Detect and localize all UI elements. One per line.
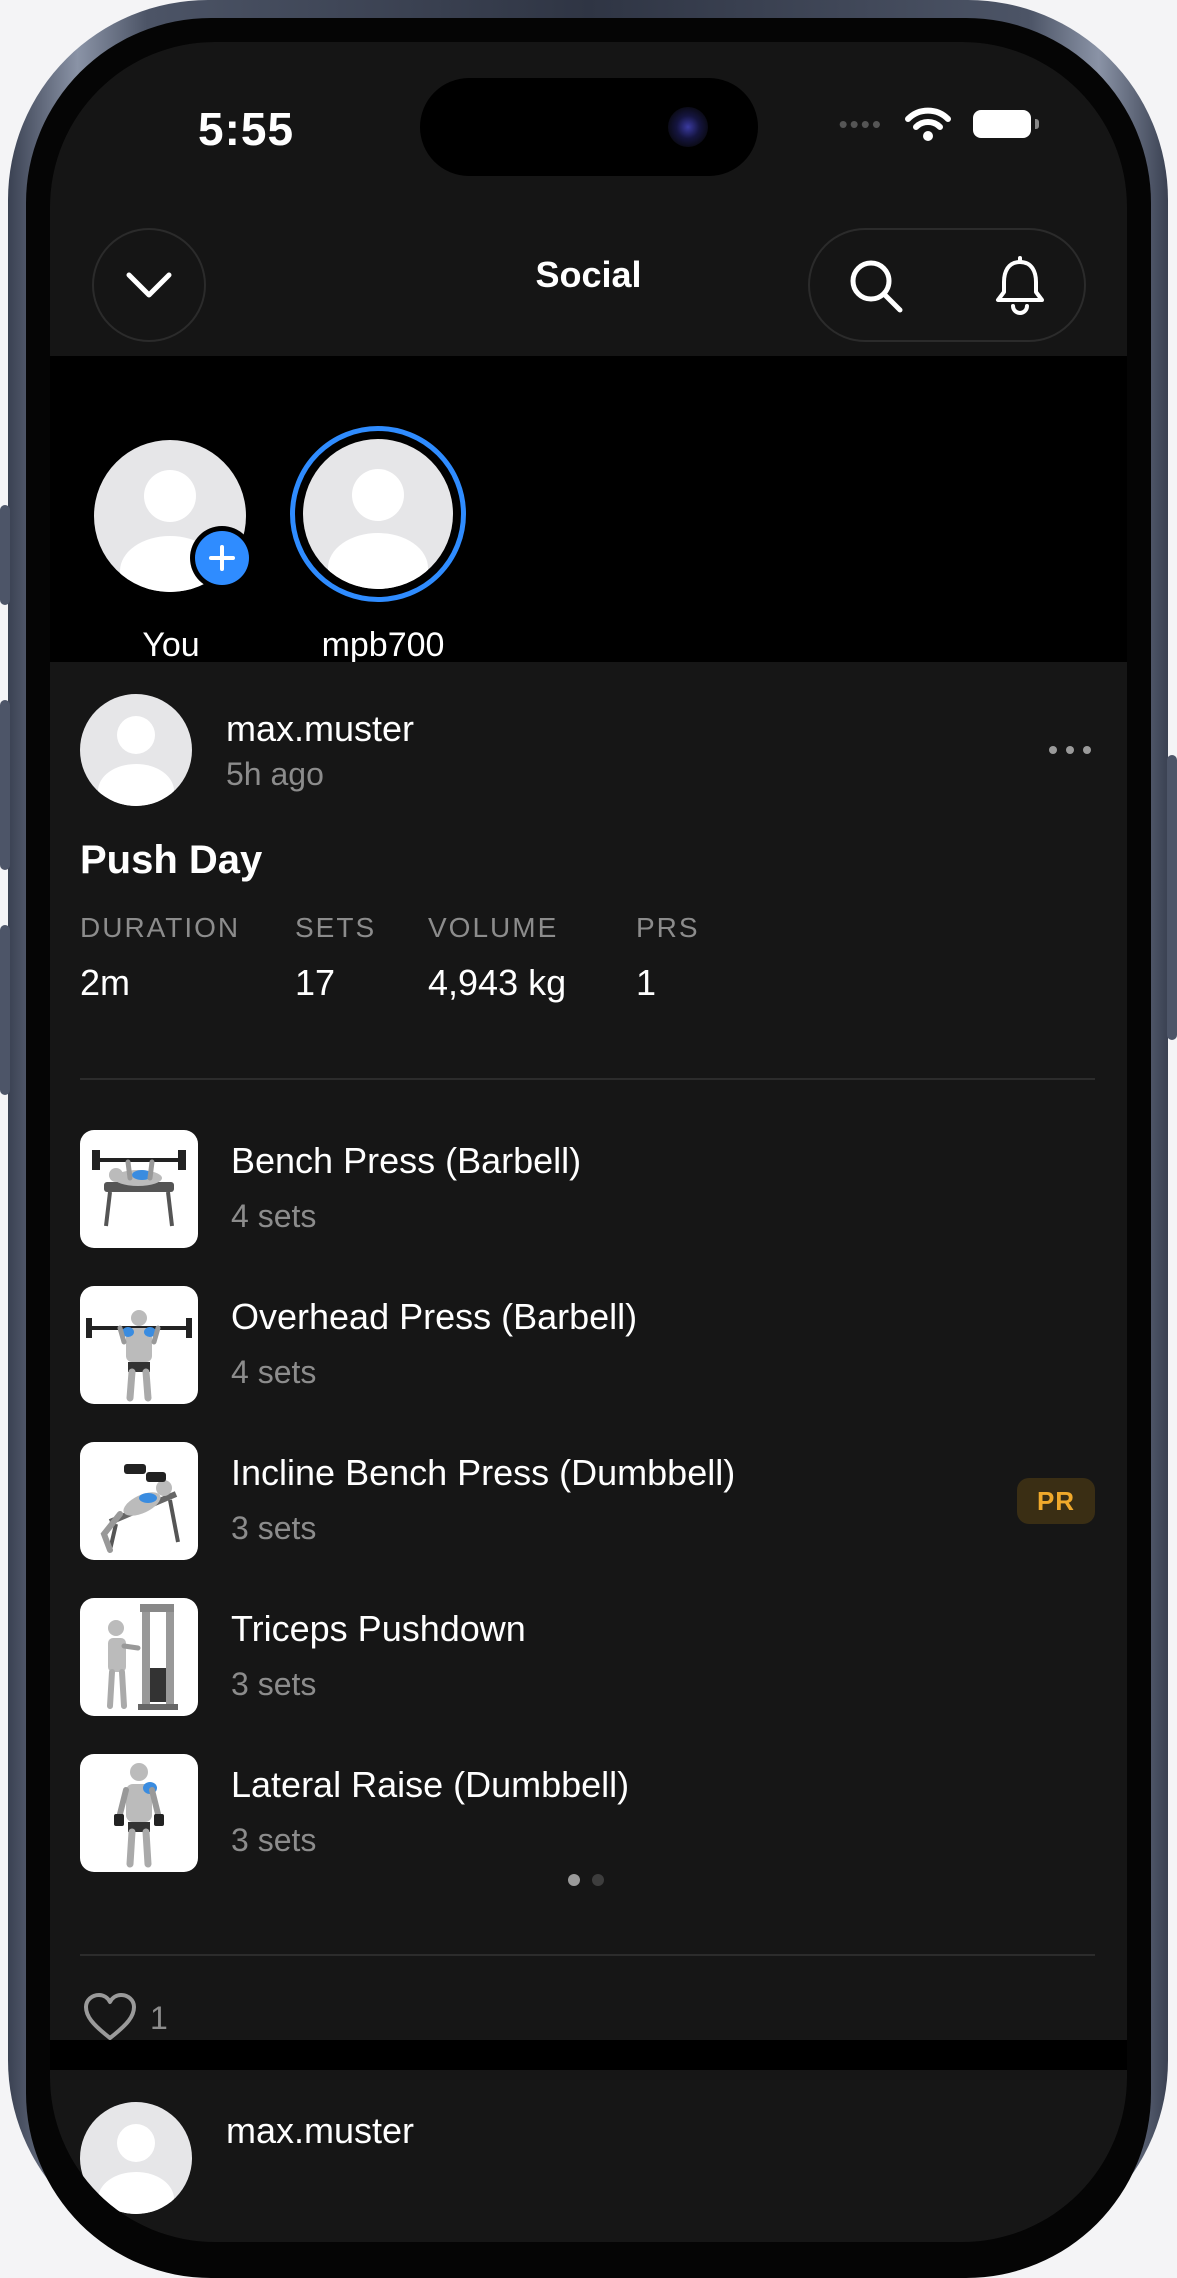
- stat-value-volume: 4,943 kg: [428, 962, 567, 1003]
- exercise-item[interactable]: Overhead Press (Barbell) 4 sets: [80, 1286, 1095, 1404]
- stat-value-duration: 2m: [80, 962, 131, 1003]
- app-header: Social: [50, 202, 1127, 356]
- exercise-sets: 3 sets: [231, 1666, 317, 1702]
- status-icons: ••••: [838, 106, 1039, 142]
- workout-title[interactable]: Push Day: [80, 838, 262, 883]
- post-username[interactable]: max.muster: [226, 708, 414, 750]
- story-you[interactable]: You: [94, 440, 254, 664]
- divider: [80, 1078, 1095, 1080]
- next-workout-post: max.muster: [50, 2070, 1127, 2242]
- exercise-name: Triceps Pushdown: [231, 1608, 526, 1649]
- exercise-thumbnail: [80, 1598, 198, 1716]
- dynamic-island: [420, 78, 758, 176]
- avatar[interactable]: [80, 2102, 192, 2214]
- exercise-item[interactable]: Lateral Raise (Dumbbell) 3 sets: [80, 1754, 1095, 1872]
- exercise-thumbnail: [80, 1442, 198, 1560]
- signal-dots-icon: ••••: [838, 108, 883, 139]
- divider: [80, 1954, 1095, 1956]
- wifi-icon: [905, 107, 951, 141]
- stat-value-prs: 1: [636, 962, 657, 1003]
- exercise-thumbnail: [80, 1286, 198, 1404]
- stat-label-sets: SETS: [295, 912, 377, 943]
- stat-label-duration: DURATION: [80, 912, 241, 943]
- camera-icon: [668, 107, 708, 147]
- pr-badge: PR: [1017, 1478, 1095, 1524]
- screen: 5:55 •••• Social You mpb700 max.muster 5…: [50, 42, 1127, 2242]
- exercise-sets: 3 sets: [231, 1510, 317, 1546]
- story-mpb700[interactable]: mpb700: [290, 426, 468, 664]
- power-button: [1167, 755, 1177, 1040]
- volume-up-button: [0, 700, 10, 870]
- exercise-name: Bench Press (Barbell): [231, 1140, 582, 1181]
- exercise-thumbnail: [80, 1130, 198, 1248]
- volume-down-button: [0, 925, 10, 1095]
- header-actions: [808, 228, 1086, 342]
- ellipsis-icon[interactable]: [1048, 744, 1092, 756]
- stat-label-volume: VOLUME: [428, 912, 559, 943]
- search-icon[interactable]: [846, 256, 906, 316]
- status-time: 5:55: [198, 103, 295, 155]
- battery-icon: [973, 110, 1039, 138]
- exercise-item[interactable]: Incline Bench Press (Dumbbell) 3 sets PR: [80, 1442, 1095, 1560]
- exercise-name: Lateral Raise (Dumbbell): [231, 1764, 630, 1805]
- exercise-sets: 4 sets: [231, 1354, 317, 1390]
- stories-row: You mpb700: [50, 356, 1127, 664]
- post-timestamp: 5h ago: [226, 756, 324, 792]
- exercise-name: Overhead Press (Barbell): [231, 1296, 638, 1337]
- heart-icon[interactable]: [82, 1992, 138, 2042]
- carousel-pager[interactable]: [568, 1874, 604, 1886]
- status-bar: 5:55 ••••: [50, 42, 1127, 202]
- add-story-badge[interactable]: [190, 526, 254, 590]
- bell-icon[interactable]: [990, 256, 1050, 316]
- stat-label-prs: PRS: [636, 912, 700, 943]
- like-count[interactable]: 1: [150, 2000, 168, 2037]
- exercise-sets: 3 sets: [231, 1822, 317, 1858]
- stat-value-sets: 17: [295, 962, 336, 1003]
- story-label: mpb700: [321, 626, 445, 664]
- avatar[interactable]: [80, 694, 192, 806]
- exercise-item[interactable]: Bench Press (Barbell) 4 sets: [80, 1130, 1095, 1248]
- action-button: [0, 505, 10, 605]
- avatar: [303, 439, 453, 589]
- exercise-thumbnail: [80, 1754, 198, 1872]
- exercise-item[interactable]: Triceps Pushdown 3 sets: [80, 1598, 1095, 1716]
- pager-dot-active: [568, 1874, 580, 1886]
- story-ring: [290, 426, 466, 602]
- workout-post: max.muster 5h ago Push Day DURATION 2m S…: [50, 662, 1127, 2040]
- exercise-sets: 4 sets: [231, 1198, 317, 1234]
- post-username[interactable]: max.muster: [226, 2110, 414, 2152]
- exercise-name: Incline Bench Press (Dumbbell): [231, 1452, 736, 1493]
- story-label: You: [142, 626, 200, 664]
- plus-icon: [209, 545, 235, 571]
- pager-dot: [592, 1874, 604, 1886]
